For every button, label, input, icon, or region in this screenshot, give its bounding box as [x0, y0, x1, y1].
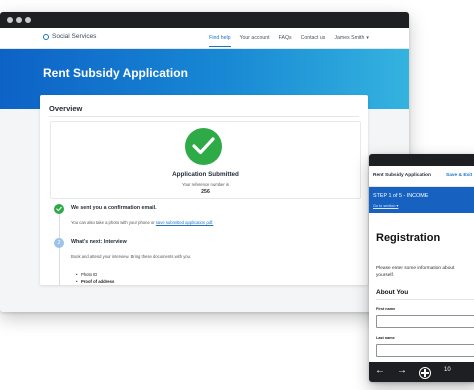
list-item: Photo ID [76, 271, 114, 278]
timeline-step-2-text: Book and attend your interview. Bring th… [71, 254, 192, 259]
step-complete-check-icon [54, 204, 64, 214]
go-to-section-link[interactable]: Go to section ▾ [373, 203, 398, 208]
overview-heading: Overview [49, 104, 83, 113]
step-banner: STEP 1 of 5 - INCOME Go to section ▾ [369, 187, 474, 213]
nav-link-contact-us[interactable]: Contact us [301, 35, 326, 41]
timeline-step-1-text: You can also take a photo with your phon… [71, 220, 213, 225]
section-heading: About You [376, 289, 409, 296]
submission-status-box: Application Submitted Your reference num… [50, 121, 361, 199]
save-pdf-link[interactable]: save submitted application pdf. [156, 220, 214, 225]
brand-name[interactable]: Social Services [52, 33, 96, 40]
step-number-badge: 2 [54, 238, 64, 248]
tabs-icon[interactable]: 10 [444, 367, 451, 373]
timeline-step-1-title: We sent you a confirmation email. [71, 205, 157, 211]
nav-link-find-help[interactable]: Find help [209, 35, 231, 47]
nav-link-your-account[interactable]: Your account [240, 35, 270, 41]
top-navigation: Social Services Find help Your account F… [0, 28, 409, 49]
mobile-header: Rent Subsidy Application Save & Exit [369, 166, 474, 187]
divider [49, 116, 359, 117]
registration-heading: Registration [376, 232, 441, 244]
first-name-field[interactable] [376, 315, 474, 328]
success-check-icon [185, 128, 222, 165]
first-name-label: First name [376, 307, 396, 311]
status-title: Application Submitted [172, 171, 239, 178]
add-tab-icon[interactable] [419, 367, 431, 379]
page-title: Rent Subsidy Application [43, 66, 188, 80]
window-minimize-icon[interactable] [16, 17, 22, 23]
list-item: Proof of address [76, 278, 114, 285]
documents-list: Photo ID Proof of address [76, 271, 114, 285]
last-name-field[interactable] [376, 344, 474, 357]
mobile-browser-window: Rent Subsidy Application Save & Exit STE… [369, 154, 474, 382]
forward-arrow-icon[interactable]: → [397, 365, 407, 376]
nav-link-faqs[interactable]: FAQs [279, 35, 292, 41]
save-exit-link[interactable]: Save & Exit [446, 173, 472, 178]
last-name-label: Last name [376, 336, 395, 340]
desktop-browser-window: Social Services Find help Your account F… [0, 12, 409, 312]
registration-description: Please enter some information about your… [376, 266, 455, 278]
mobile-browser-toolbar: ← → 10 [369, 362, 474, 382]
step-1-text: You can also take a photo with your phon… [71, 220, 155, 225]
divider [376, 299, 474, 300]
step-title: STEP 1 of 5 - INCOME [373, 193, 429, 199]
user-name: James Smith [334, 35, 365, 41]
chevron-down-icon: ▾ [366, 35, 369, 41]
window-titlebar [0, 12, 409, 28]
nav-links: Find help Your account FAQs Contact us J… [209, 28, 369, 48]
reference-number: 256 [201, 189, 210, 195]
back-arrow-icon[interactable]: ← [375, 365, 385, 376]
mobile-status-bar [369, 154, 474, 166]
logo-icon [43, 34, 49, 40]
timeline-step-2-title: What's next: Interview [71, 239, 127, 245]
overview-card: Overview Application Submitted Your refe… [40, 95, 368, 285]
mobile-app-title: Rent Subsidy Application [373, 173, 431, 178]
user-menu[interactable]: James Smith ▾ [334, 35, 369, 41]
window-maximize-icon[interactable] [25, 17, 31, 23]
reference-label: Your reference number is [182, 182, 229, 187]
window-close-icon[interactable] [7, 17, 13, 23]
